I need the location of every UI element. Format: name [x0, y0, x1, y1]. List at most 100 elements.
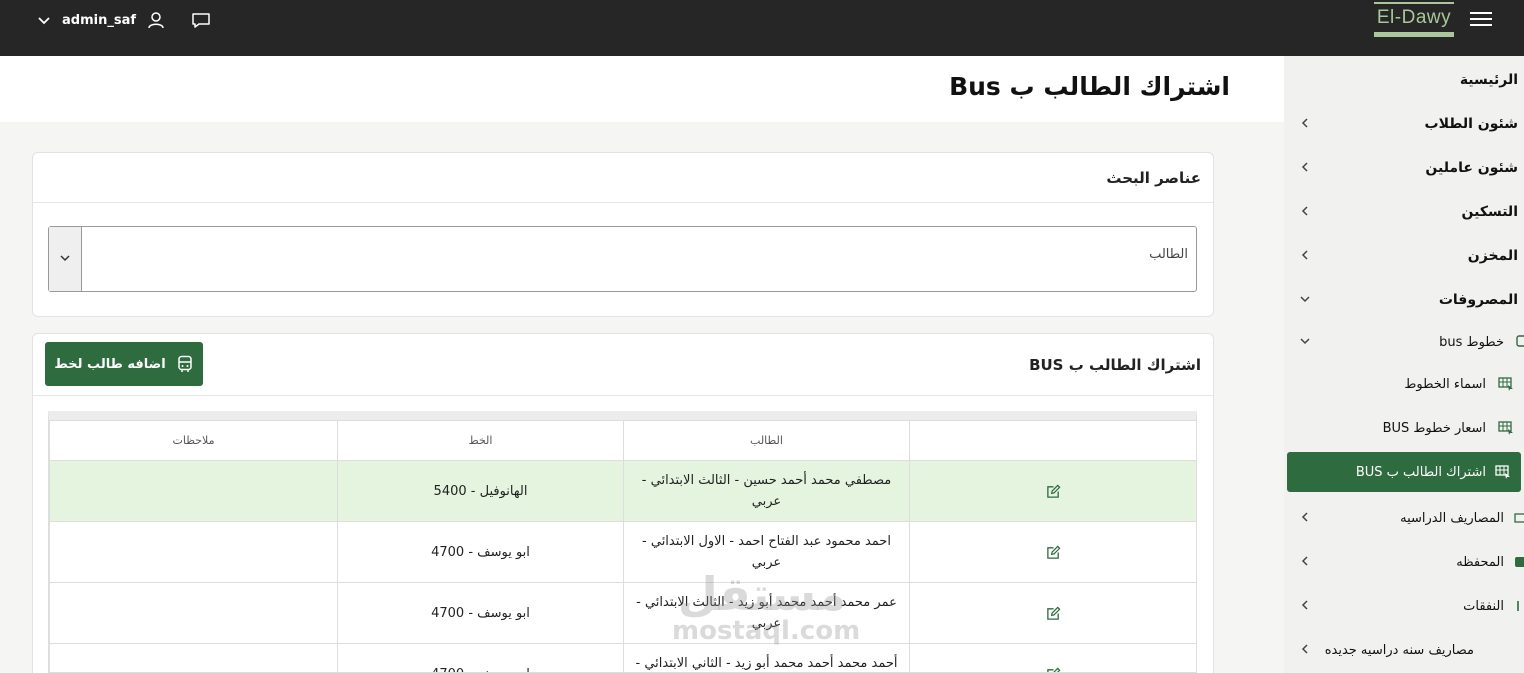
line-cell: ابو يوسف - 4700	[337, 643, 624, 672]
logo[interactable]: El-Dawy	[1374, 2, 1454, 38]
subscriptions-card-title: اشتراك الطالب ب BUS	[1029, 356, 1201, 374]
sidebar-item-expenses[interactable]: المصروفات	[1284, 280, 1524, 320]
chevron-left-icon	[1301, 556, 1308, 566]
edit-icon[interactable]	[1046, 545, 1061, 560]
sidebar-item-label: النفقات	[1463, 598, 1504, 614]
top-bar: admin_saf El-Dawy	[0, 0, 1524, 56]
column-header-line[interactable]: الخط	[337, 420, 624, 461]
subscriptions-table: ملاحظات الخط الطالب الهانوفيل - 5400 مصط…	[48, 411, 1197, 673]
column-header-student[interactable]: الطالب	[623, 420, 910, 461]
sidebar-item-label: اشتراك الطالب ب BUS	[1355, 464, 1486, 480]
add-student-to-line-label: اضافه طالب لخط	[54, 356, 166, 372]
student-search-input[interactable]	[89, 227, 1089, 291]
chevron-left-icon	[1301, 512, 1308, 522]
chevron-left-icon	[1301, 162, 1308, 172]
search-card-title: عناصر البحث	[1106, 169, 1201, 187]
money-icon	[1514, 513, 1524, 523]
sidebar-item-label: شئون الطلاب	[1424, 116, 1518, 132]
line-cell: ابو يوسف - 4700	[337, 582, 624, 644]
student-select-label: الطالب	[1149, 247, 1188, 262]
edit-icon[interactable]	[1046, 667, 1061, 673]
sidebar-item-bus-line-prices[interactable]: اسعار خطوط BUS	[1284, 408, 1524, 448]
table-header-row: ملاحظات الخط الطالب	[49, 420, 1196, 461]
sidebar-item-line-names[interactable]: اسماء الخطوط	[1284, 364, 1524, 404]
user-menu[interactable]: admin_saf	[36, 10, 212, 30]
sidebar-item-student-bus-subscription[interactable]: اشتراك الطالب ب BUS	[1287, 452, 1521, 492]
grid-cursor-icon	[1495, 465, 1510, 479]
sidebar-item-housing[interactable]: التسكين	[1284, 192, 1524, 232]
notes-cell	[49, 460, 338, 522]
sidebar-item-label: المصروفات	[1438, 292, 1518, 308]
line-cell: ابو يوسف - 4700	[337, 521, 624, 583]
logo-text: El-Dawy	[1374, 2, 1454, 32]
table-row[interactable]: ابو يوسف - 4700 أحمد محمد أحمد محمد أبو …	[49, 643, 1196, 673]
sidebar-item-label: المخزن	[1467, 248, 1518, 264]
menu-toggle-icon[interactable]	[1470, 12, 1492, 28]
student-select-toggle[interactable]	[49, 227, 82, 291]
student-select[interactable]: الطالب	[48, 226, 1197, 292]
table-row[interactable]: ابو يوسف - 4700 عمر محمد أحمد محمد أبو ز…	[49, 582, 1196, 644]
grid-cursor-icon	[1498, 377, 1513, 391]
search-card-header: عناصر البحث	[33, 153, 1213, 203]
column-header-notes[interactable]: ملاحظات	[49, 420, 338, 461]
chevron-left-icon	[1301, 644, 1308, 654]
chevron-down-icon	[1300, 338, 1310, 345]
page-header: اشتراك الطالب ب Bus	[0, 56, 1284, 122]
student-cell: أحمد محمد أحمد محمد أبو زيد - الثاني الا…	[623, 643, 910, 672]
subscriptions-card-header: اشتراك الطالب ب BUS اضافه طالب لخط	[33, 334, 1213, 396]
chevron-down-icon[interactable]	[36, 12, 52, 28]
sidebar-item-label: مصاريف سنه دراسيه جديده	[1324, 642, 1474, 658]
sidebar-item-label: شئون عاملين	[1425, 160, 1518, 176]
chevron-left-icon	[1301, 206, 1308, 216]
sidebar-item-label: التسكين	[1461, 204, 1518, 220]
sidebar-item-new-year-fees[interactable]: مصاريف سنه دراسيه جديده	[1284, 630, 1524, 670]
chevron-down-icon	[1300, 296, 1310, 303]
chat-icon[interactable]	[190, 10, 212, 30]
grid-cursor-icon	[1498, 421, 1513, 435]
sidebar-item-costs[interactable]: النفقات	[1284, 586, 1524, 626]
bus-icon	[177, 355, 192, 372]
logo-underline	[1374, 32, 1454, 37]
actions-cell	[909, 582, 1196, 644]
sidebar-item-warehouse[interactable]: المخزن	[1284, 236, 1524, 276]
notes-cell	[49, 521, 338, 583]
bus-icon	[1516, 335, 1524, 347]
sidebar-item-label: اسماء الخطوط	[1404, 376, 1486, 392]
sidebar-item-tuition-fees[interactable]: المصاريف الدراسيه	[1284, 498, 1524, 538]
table-row[interactable]: ابو يوسف - 4700 احمد محمود عبد الفتاح اح…	[49, 521, 1196, 583]
line-cell: الهانوفيل - 5400	[337, 460, 624, 522]
sidebar-item-label: خطوط bus	[1439, 334, 1504, 350]
student-cell: مصطفي محمد أحمد حسين - الثالث الابتدائي …	[623, 460, 910, 522]
sidebar-item-label: المحفظه	[1456, 554, 1504, 570]
actions-cell	[909, 460, 1196, 522]
student-cell: احمد محمود عبد الفتاح احمد - الاول الابت…	[623, 521, 910, 583]
notes-cell	[49, 643, 338, 672]
wallet-icon	[1515, 557, 1524, 567]
sidebar-item-label: اسعار خطوط BUS	[1382, 420, 1486, 436]
table-row[interactable]: الهانوفيل - 5400 مصطفي محمد أحمد حسين - …	[49, 460, 1196, 522]
coin-icon	[1517, 601, 1519, 611]
edit-icon[interactable]	[1046, 484, 1061, 499]
edit-icon[interactable]	[1046, 606, 1061, 621]
actions-cell	[909, 521, 1196, 583]
sidebar-item-label: الرئيسية	[1459, 72, 1518, 88]
username[interactable]: admin_saf	[62, 13, 136, 28]
sidebar: الرئيسية شئون الطلاب شئون عاملين التسكين…	[1284, 56, 1524, 673]
sidebar-item-home[interactable]: الرئيسية	[1284, 60, 1524, 100]
sidebar-item-bus-lines[interactable]: خطوط bus	[1284, 322, 1524, 362]
actions-cell	[909, 643, 1196, 673]
column-header-actions	[909, 420, 1196, 461]
chevron-left-icon	[1301, 250, 1308, 260]
page-title: اشتراك الطالب ب Bus	[949, 72, 1230, 101]
chevron-left-icon	[1301, 600, 1308, 610]
user-icon[interactable]	[146, 10, 166, 30]
add-student-to-line-button[interactable]: اضافه طالب لخط	[45, 342, 203, 386]
student-cell: عمر محمد أحمد محمد أبو زيد - الثالث الاب…	[623, 582, 910, 644]
chevron-down-icon	[60, 255, 70, 262]
sidebar-item-label: المصاريف الدراسيه	[1400, 510, 1504, 526]
sidebar-item-employee-affairs[interactable]: شئون عاملين	[1284, 148, 1524, 188]
chevron-left-icon	[1301, 118, 1308, 128]
sidebar-item-wallet[interactable]: المحفظه	[1284, 542, 1524, 582]
notes-cell	[49, 582, 338, 644]
sidebar-item-student-affairs[interactable]: شئون الطلاب	[1284, 104, 1524, 144]
